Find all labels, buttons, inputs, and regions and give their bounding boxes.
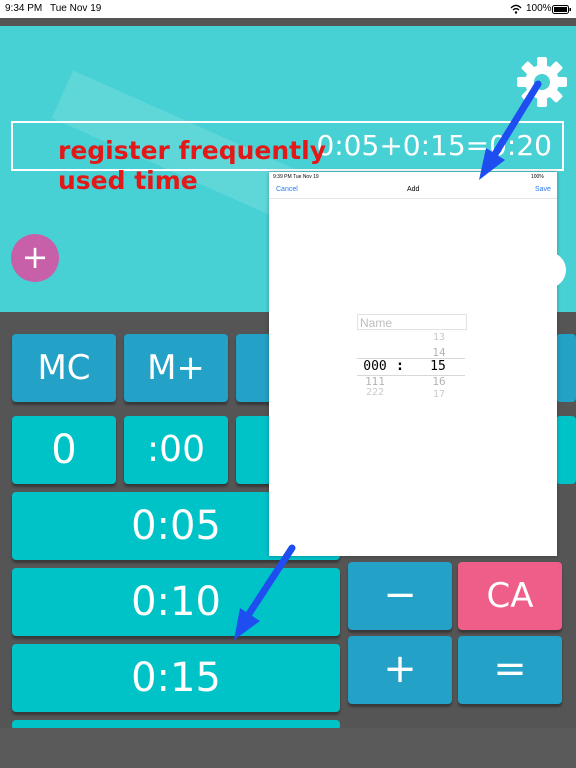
arrow-icon (234, 80, 542, 640)
